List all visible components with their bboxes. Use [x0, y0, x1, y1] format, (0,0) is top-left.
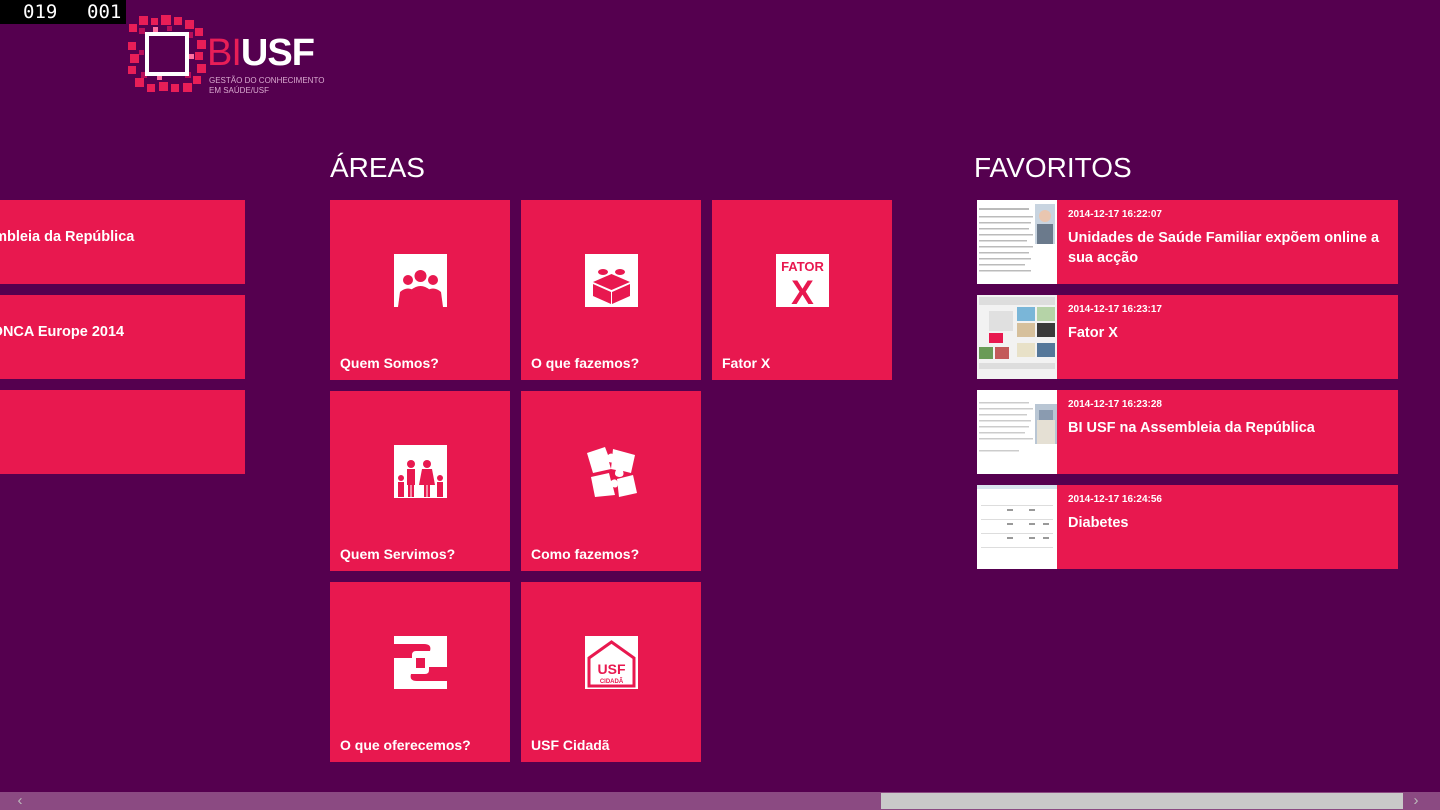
counter-right: 001 [87, 1, 122, 23]
people-group-icon [394, 254, 447, 307]
tile-label: O que fazemos? [531, 355, 640, 371]
news-tile[interactable]: 03 WONCA Europe 2014 [0, 295, 245, 379]
tile-quem-somos[interactable]: Quem Somos? [330, 200, 510, 380]
favorite-thumbnail [977, 485, 1057, 569]
favorite-title: Diabetes [1068, 515, 1129, 531]
handshake-icon [394, 636, 447, 689]
usf-house-icon: USF CIDADÃ [585, 636, 638, 689]
favorite-title: BI USF na Assembleia da República [1068, 420, 1315, 436]
news-title: sembleia da República [0, 229, 135, 245]
areas-section-title: ÁREAS [330, 152, 425, 183]
news-tile[interactable]: 00 sembleia da República [0, 200, 245, 284]
scrollbar-thumb[interactable] [881, 793, 1403, 809]
tile-label: Quem Servimos? [340, 546, 456, 562]
favorite-date: 2014-12-17 16:24:56 [1068, 494, 1162, 505]
favorite-title: Fator X [1068, 325, 1118, 341]
favorite-thumbnail [977, 295, 1057, 379]
counter-left: 019 [23, 1, 58, 23]
tile-label: Como fazemos? [531, 546, 640, 562]
tile-quem-servimos[interactable]: Quem Servimos? [330, 391, 510, 571]
tile-label: Quem Somos? [340, 355, 439, 371]
logo-subtitle-line2: EM SAÚDE/USF [209, 86, 270, 95]
favorite-item[interactable]: 2014-12-17 16:23:28 BI USF na Assembleia… [977, 390, 1398, 474]
logo-mark-icon [128, 15, 206, 92]
tile-como-fazemos[interactable]: Como fazemos? [521, 391, 701, 571]
family-icon [394, 445, 447, 498]
favorite-date: 2014-12-17 16:23:28 [1068, 399, 1162, 410]
favorite-title: Unidades de Saúde Familiar expõem online… [1068, 230, 1380, 266]
logo-usf-text: USF [240, 32, 315, 74]
tile-fator-x[interactable]: FATOR X Fator X [712, 200, 892, 380]
usf-icon-bottom-text: CIDADÃ [600, 678, 624, 685]
usf-icon-top-text: USF [598, 661, 626, 677]
logo-bi-text: BI [207, 32, 242, 74]
tile-usf-cidada[interactable]: USF CIDADÃ USF Cidadã [521, 582, 701, 762]
favorite-item[interactable]: 2014-12-17 16:24:56 Diabetes [977, 485, 1398, 569]
app-logo: BIUSF GESTÃO DO CONHECIMENTO EM SAÚDE/US… [127, 14, 327, 98]
favorite-date: 2014-12-17 16:22:07 [1068, 209, 1162, 220]
fator-x-icon: FATOR X [776, 254, 829, 307]
frame-counter: 019 001 [0, 0, 126, 24]
tile-label: O que oferecemos? [340, 737, 471, 753]
news-tile[interactable]: 00 o [0, 390, 245, 474]
favorites-section-title: FAVORITOS [974, 152, 1132, 183]
tile-o-que-fazemos[interactable]: O que fazemos? [521, 200, 701, 380]
favorite-thumbnail [977, 200, 1057, 284]
scroll-right-arrow-icon[interactable]: › [1404, 792, 1428, 810]
favorite-item[interactable]: 2014-12-17 16:23:17 Fator X [977, 295, 1398, 379]
tile-o-que-oferecemos[interactable]: O que oferecemos? [330, 582, 510, 762]
favorite-item[interactable]: 2014-12-17 16:22:07 Unidades de Saúde Fa… [977, 200, 1398, 284]
puzzle-icon [587, 447, 637, 497]
building-block-icon [585, 254, 638, 307]
tile-label: USF Cidadã [531, 737, 610, 753]
logo-subtitle-line1: GESTÃO DO CONHECIMENTO [209, 76, 325, 85]
favorite-thumbnail [977, 390, 1057, 474]
favorite-date: 2014-12-17 16:23:17 [1068, 304, 1162, 315]
news-title: WONCA Europe 2014 [0, 324, 125, 340]
logo-wordmark: BIUSF [207, 32, 315, 74]
scroll-left-arrow-icon[interactable]: ‹ [8, 792, 32, 810]
tile-label: Fator X [722, 355, 771, 371]
fator-x-icon-top-text: FATOR [781, 259, 824, 274]
horizontal-scrollbar[interactable]: ‹ › [0, 792, 1440, 810]
fator-x-icon-bottom-text: X [791, 274, 814, 307]
logo-subtitle: GESTÃO DO CONHECIMENTO EM SAÚDE/USF [209, 76, 324, 96]
